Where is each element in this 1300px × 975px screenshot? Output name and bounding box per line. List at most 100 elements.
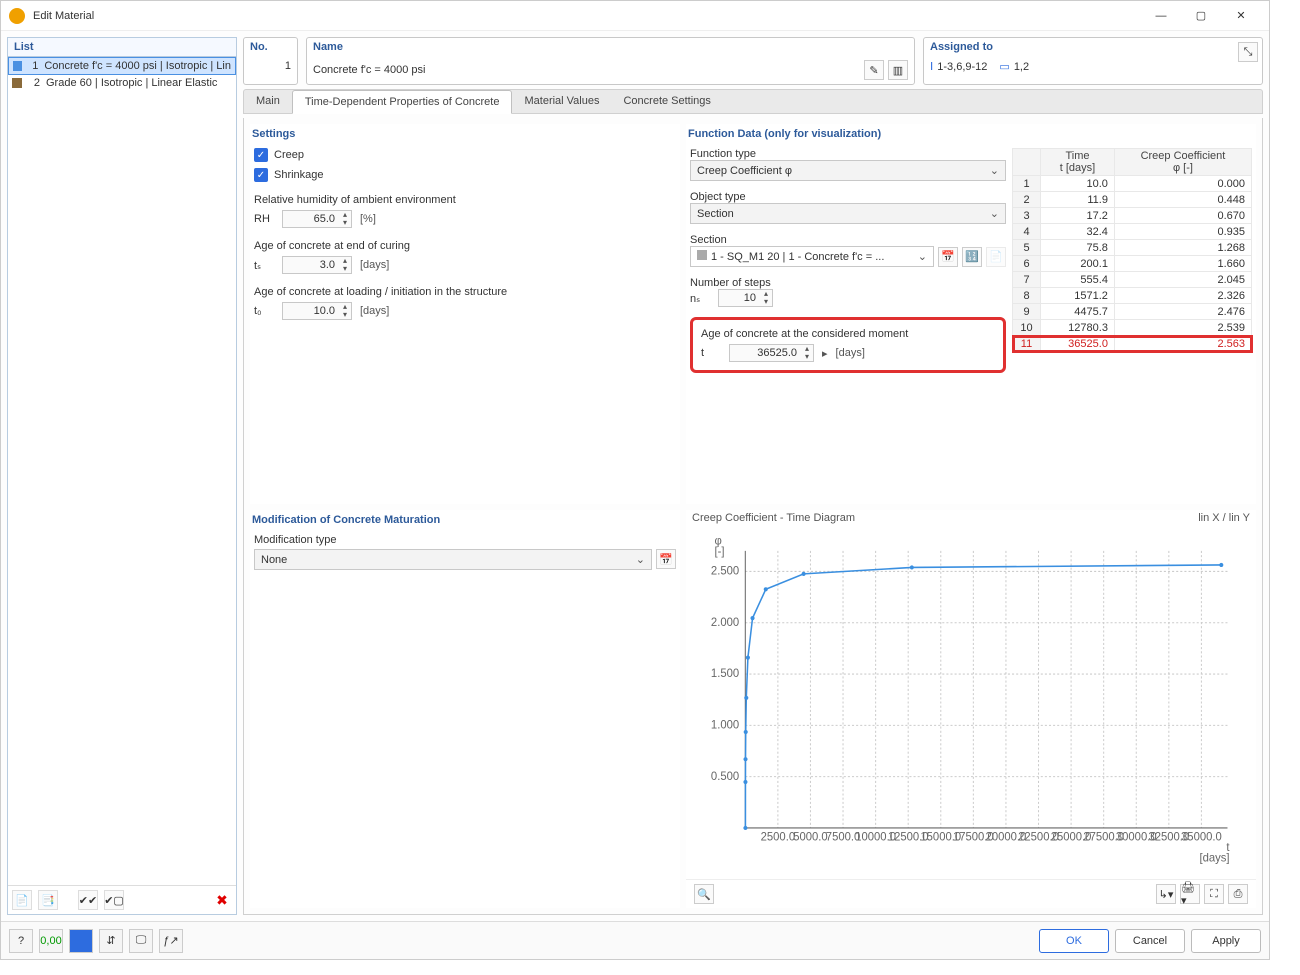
object-type-select[interactable]: Section⌄ bbox=[690, 203, 1006, 224]
function-icon[interactable]: ƒ↗ bbox=[159, 929, 183, 953]
table-row[interactable]: 211.90.448 bbox=[1013, 192, 1252, 208]
chevron-down-icon: ⌄ bbox=[990, 207, 999, 220]
list-item-number: 1 bbox=[28, 60, 39, 72]
axis-mode: lin X / lin Y bbox=[1198, 512, 1250, 524]
help-icon[interactable]: ? bbox=[9, 929, 33, 953]
shrinkage-checkbox[interactable]: ✓ Shrinkage bbox=[254, 168, 676, 182]
modification-type-select[interactable]: None⌄ bbox=[254, 549, 652, 570]
creep-checkbox[interactable]: ✓ Creep bbox=[254, 148, 676, 162]
new-item-icon[interactable]: 📄 bbox=[12, 890, 32, 910]
titlebar: Edit Material — ▢ ✕ bbox=[1, 1, 1269, 31]
table-row[interactable]: 1136525.02.563 bbox=[1013, 336, 1252, 352]
table-row[interactable]: 7555.42.045 bbox=[1013, 272, 1252, 288]
no-label: No. bbox=[244, 38, 297, 56]
svg-text:2.000: 2.000 bbox=[711, 617, 739, 629]
dialog-footer: ? 0,00 ⇵ 🖵 ƒ↗ OK Cancel Apply bbox=[1, 921, 1269, 959]
list-item[interactable]: 2 Grade 60 | Isotropic | Linear Elastic bbox=[8, 75, 236, 91]
creep-table: Timet [days] Creep Coefficientφ [-] 110.… bbox=[1012, 148, 1252, 352]
header-fields: No. 1 Name Concrete f'c = 4000 psi ✎ ▥ A… bbox=[243, 37, 1263, 85]
creep-diagram: 0.5001.0001.5002.0002.5002500.05000.0750… bbox=[694, 530, 1248, 875]
play-icon[interactable]: ▸ bbox=[822, 347, 828, 360]
window-title: Edit Material bbox=[33, 10, 94, 22]
number-of-steps-input[interactable]: 10▴▾ bbox=[718, 289, 773, 307]
rh-label: Relative humidity of ambient environment bbox=[254, 194, 676, 206]
tab-content: Settings ✓ Creep ✓ Shrinkage Relative hu… bbox=[243, 118, 1263, 915]
table-row[interactable]: 432.40.935 bbox=[1013, 224, 1252, 240]
new-section-icon: 📄 bbox=[986, 247, 1006, 267]
units-icon[interactable]: 0,00 bbox=[39, 929, 63, 953]
settings-header: Settings bbox=[250, 124, 680, 148]
svg-text:2500.0: 2500.0 bbox=[761, 831, 795, 843]
tab-main[interactable]: Main bbox=[244, 90, 292, 113]
name-label: Name bbox=[307, 38, 914, 56]
chevron-down-icon: ⌄ bbox=[918, 250, 927, 263]
table-row[interactable]: 575.81.268 bbox=[1013, 240, 1252, 256]
swatch-icon bbox=[13, 61, 22, 71]
table-row[interactable]: 6200.11.660 bbox=[1013, 256, 1252, 272]
maximize-chart-icon[interactable]: ⛶ bbox=[1204, 884, 1224, 904]
tree-icon[interactable]: ⇵ bbox=[99, 929, 123, 953]
name-field: Name Concrete f'c = 4000 psi ✎ ▥ bbox=[306, 37, 915, 85]
table-row[interactable]: 81571.22.326 bbox=[1013, 288, 1252, 304]
check-all-icon[interactable]: ✔✔ bbox=[78, 890, 98, 910]
zoom-icon[interactable]: 🔍 bbox=[694, 884, 714, 904]
creep-label: Creep bbox=[274, 149, 304, 161]
assigned-sections: 1-3,6,9-12 bbox=[937, 61, 987, 73]
tab-concrete-settings[interactable]: Concrete Settings bbox=[611, 90, 722, 113]
tab-material-values[interactable]: Material Values bbox=[512, 90, 611, 113]
print-icon[interactable]: 🖨▾ bbox=[1180, 884, 1200, 904]
color-icon[interactable] bbox=[69, 929, 93, 953]
function-type-select[interactable]: Creep Coefficient φ⌄ bbox=[690, 160, 1006, 181]
material-list-panel: List 1 Concrete f'c = 4000 psi | Isotrop… bbox=[7, 37, 237, 915]
table-row[interactable]: 110.00.000 bbox=[1013, 176, 1252, 192]
t0-label: Age of concrete at loading / initiation … bbox=[254, 286, 676, 298]
renumber-icon[interactable]: 🔢 bbox=[962, 247, 982, 267]
table-row[interactable]: 317.20.670 bbox=[1013, 208, 1252, 224]
name-value[interactable]: Concrete f'c = 4000 psi bbox=[313, 64, 425, 76]
svg-text:0.500: 0.500 bbox=[711, 771, 739, 783]
check-icon: ✓ bbox=[254, 148, 268, 162]
table-row[interactable]: 94475.72.476 bbox=[1013, 304, 1252, 320]
rh-unit: [%] bbox=[360, 213, 376, 225]
edit-name-icon[interactable]: ✎ bbox=[864, 60, 884, 80]
t0-symbol: t₀ bbox=[254, 305, 274, 317]
table-row[interactable]: 1012780.32.539 bbox=[1013, 320, 1252, 336]
view-icon[interactable]: 🖵 bbox=[129, 929, 153, 953]
library-icon[interactable]: ▥ bbox=[888, 60, 908, 80]
assigned-to-field: Assigned to Ⅰ 1-3,6,9-12 ▭ 1,2 ⤡ bbox=[923, 37, 1263, 85]
diagram-title: Creep Coefficient - Time Diagram bbox=[692, 512, 855, 524]
ts-input[interactable]: 3.0▴▾ bbox=[282, 256, 352, 274]
list-item[interactable]: 1 Concrete f'c = 4000 psi | Isotropic | … bbox=[8, 57, 236, 75]
cancel-button[interactable]: Cancel bbox=[1115, 929, 1185, 953]
no-value[interactable]: 1 bbox=[244, 56, 297, 76]
modification-panel: Modification of Concrete Maturation Modi… bbox=[250, 510, 680, 908]
number-of-steps-label: Number of steps bbox=[690, 277, 1006, 289]
rh-input[interactable]: 65.0▴▾ bbox=[282, 210, 352, 228]
tab-time-dependent[interactable]: Time-Dependent Properties of Concrete bbox=[292, 90, 513, 114]
swatch-icon bbox=[12, 78, 22, 88]
app-icon bbox=[9, 8, 25, 24]
close-button[interactable]: ✕ bbox=[1221, 2, 1261, 30]
copy-item-icon[interactable]: 📑 bbox=[38, 890, 58, 910]
section-select[interactable]: 1 - SQ_M1 20 | 1 - Concrete f'c = ... ⌄ bbox=[690, 246, 934, 267]
shrinkage-label: Shrinkage bbox=[274, 169, 324, 181]
check-button-icon[interactable]: ✔▢ bbox=[104, 890, 124, 910]
surface-icon: ▭ bbox=[999, 60, 1009, 73]
ok-button[interactable]: OK bbox=[1039, 929, 1109, 953]
minimize-button[interactable]: — bbox=[1141, 2, 1181, 30]
apply-button[interactable]: Apply bbox=[1191, 929, 1261, 953]
maximize-button[interactable]: ▢ bbox=[1181, 2, 1221, 30]
section-icon: Ⅰ bbox=[930, 60, 933, 73]
age-of-concrete-highlight: Age of concrete at the considered moment… bbox=[690, 317, 1006, 373]
t0-input[interactable]: 10.0▴▾ bbox=[282, 302, 352, 320]
delete-icon[interactable]: ✖ bbox=[212, 890, 232, 910]
axis-settings-icon[interactable]: ↳▾ bbox=[1156, 884, 1176, 904]
check-icon: ✓ bbox=[254, 168, 268, 182]
export-chart-icon[interactable]: ⎙ bbox=[1228, 884, 1248, 904]
calendar-icon[interactable]: 📅 bbox=[938, 247, 958, 267]
pick-icon[interactable]: ⤡ bbox=[1238, 42, 1258, 62]
calendar-icon[interactable]: 📅 bbox=[656, 549, 676, 569]
function-type-label: Function type bbox=[690, 148, 1006, 160]
age-input[interactable]: 36525.0▴▾ bbox=[729, 344, 814, 362]
diagram-panel: Creep Coefficient - Time Diagram lin X /… bbox=[686, 510, 1256, 908]
